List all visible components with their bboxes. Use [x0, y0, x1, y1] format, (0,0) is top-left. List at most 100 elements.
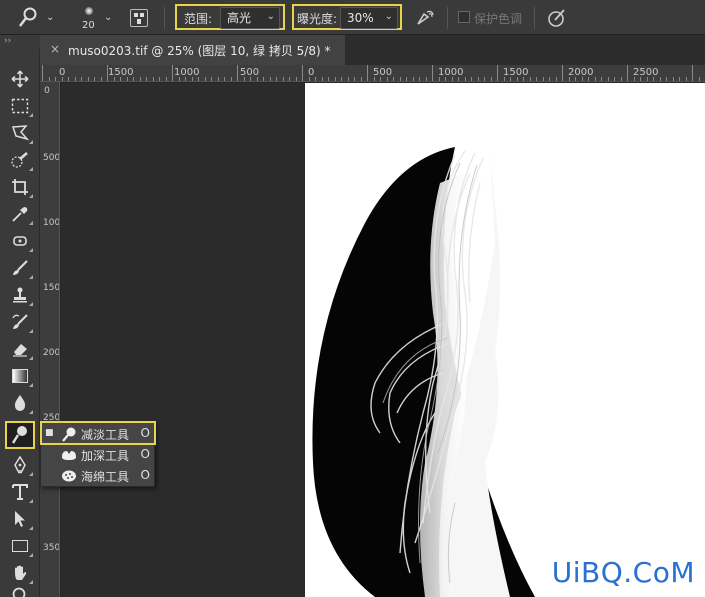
ruler-tick [562, 65, 563, 81]
pen-icon [14, 456, 26, 474]
range-select[interactable]: 高光 ⌄ [220, 7, 280, 29]
ruler-tick [529, 77, 531, 81]
ruler-tick [373, 77, 375, 81]
pen-tool[interactable] [6, 452, 34, 478]
document-tab[interactable]: × muso0203.tif @ 25% (图层 10, 绿 拷贝 5/8) * [40, 35, 345, 65]
clone-stamp-tool[interactable] [6, 282, 34, 308]
ruler-tick [334, 77, 336, 81]
ruler-tick [412, 77, 414, 81]
close-icon[interactable]: × [50, 42, 60, 56]
ruler-label: 1000 [43, 218, 60, 228]
tool-group-indicator [29, 472, 33, 476]
quick-selection-tool[interactable] [6, 147, 34, 173]
brush-preset-picker[interactable]: 20 ⌄ [74, 2, 118, 34]
ruler-tick [516, 77, 518, 81]
ruler-tick [640, 77, 641, 81]
panel-collapse-toggle[interactable]: ›› [0, 35, 40, 49]
blur-tool[interactable] [6, 390, 34, 416]
menu-item-sponge-tool[interactable]: 海绵工具 O [41, 466, 156, 486]
eraser-tool[interactable] [6, 336, 34, 362]
tool-preset-picker[interactable]: ⌄ [14, 6, 58, 30]
ruler-tick [646, 77, 648, 81]
ruler-tick [94, 77, 95, 81]
ruler-tick [679, 77, 680, 81]
chevron-down-icon: ⌄ [46, 12, 55, 23]
ruler-tick [256, 77, 258, 81]
ruler-tick [354, 77, 355, 81]
tool-group-indicator [29, 383, 33, 387]
bandage-icon [13, 236, 27, 246]
ruler-tick [575, 77, 576, 81]
ruler-tick [614, 77, 615, 81]
marquee-icon [11, 98, 29, 114]
airbrush-button[interactable] [412, 6, 438, 30]
eyedropper-icon [12, 207, 28, 222]
ruler-tick [81, 77, 82, 81]
ruler-tick [321, 77, 323, 81]
document-canvas[interactable] [305, 83, 705, 597]
ruler-label: 1500 [43, 283, 60, 293]
ruler-tick [224, 77, 225, 81]
ruler-tick [347, 77, 349, 81]
separator [447, 7, 448, 29]
tool-group-indicator [29, 167, 33, 171]
zoom-tool[interactable] [6, 586, 34, 597]
ruler-tick [276, 77, 277, 81]
ruler-tick [633, 77, 635, 81]
type-tool[interactable] [6, 479, 34, 505]
ruler-label: 500 [43, 153, 60, 163]
tools-panel [0, 49, 40, 597]
ruler-tick [263, 77, 264, 81]
blur-drop-icon [14, 395, 26, 411]
move-icon [11, 70, 29, 88]
move-tool[interactable] [6, 66, 34, 92]
ruler-tick [477, 77, 479, 81]
crop-tool[interactable] [6, 174, 34, 200]
ruler-tick [445, 77, 446, 81]
ruler-tick [698, 77, 700, 81]
ruler-tick [627, 65, 628, 81]
ruler-tick [542, 77, 544, 81]
ruler-tick [295, 77, 297, 81]
ruler-label: 2000 [43, 348, 60, 358]
gradient-tool[interactable] [6, 363, 34, 389]
ruler-tick [451, 77, 453, 81]
ruler-tick [302, 65, 303, 81]
chevron-down-icon: ⌄ [104, 12, 113, 23]
watermark: UiBQ.CoM [551, 556, 695, 589]
exposure-field[interactable]: 30% ⌄ [340, 7, 398, 29]
marquee-tool[interactable] [6, 93, 34, 119]
ruler-tick [406, 77, 407, 81]
arrow-cursor-icon [15, 511, 25, 527]
brush-tool[interactable] [6, 255, 34, 281]
ruler-tick [497, 65, 498, 81]
ruler-tick [536, 77, 537, 81]
ruler-tick [367, 65, 368, 81]
chevron-down-icon: ⌄ [384, 11, 393, 22]
protect-tones-checkbox[interactable] [458, 11, 470, 23]
rectangle-tool[interactable] [6, 533, 34, 559]
tool-group-indicator [29, 140, 33, 144]
ruler-tick [120, 77, 121, 81]
lasso-tool[interactable] [6, 120, 34, 146]
history-brush-tool[interactable] [6, 309, 34, 335]
dodge-tool[interactable] [5, 421, 35, 449]
menu-item-burn-tool[interactable]: 加深工具 O [41, 445, 156, 465]
ruler-tick [133, 77, 134, 81]
options-bar: ⌄ 20 ⌄ 范围: 高光 ⌄ 曝光度: 30% ⌄ 保护色调 [0, 0, 705, 35]
path-selection-tool[interactable] [6, 506, 34, 532]
healing-brush-tool[interactable] [6, 228, 34, 254]
ruler-tick [484, 77, 485, 81]
channel-mask-image [312, 147, 535, 597]
flyout-highlight [40, 421, 156, 445]
ruler-tick [237, 65, 238, 81]
brush-settings-button[interactable] [130, 9, 148, 27]
pressure-size-button[interactable] [544, 6, 570, 30]
eyedropper-tool[interactable] [6, 201, 34, 227]
ruler-tick [510, 77, 511, 81]
ruler-tick [588, 77, 589, 81]
ruler-tick [601, 77, 602, 81]
hand-tool[interactable] [6, 560, 34, 586]
ruler-label: 3500 [43, 543, 60, 553]
ruler-tick [419, 77, 420, 81]
